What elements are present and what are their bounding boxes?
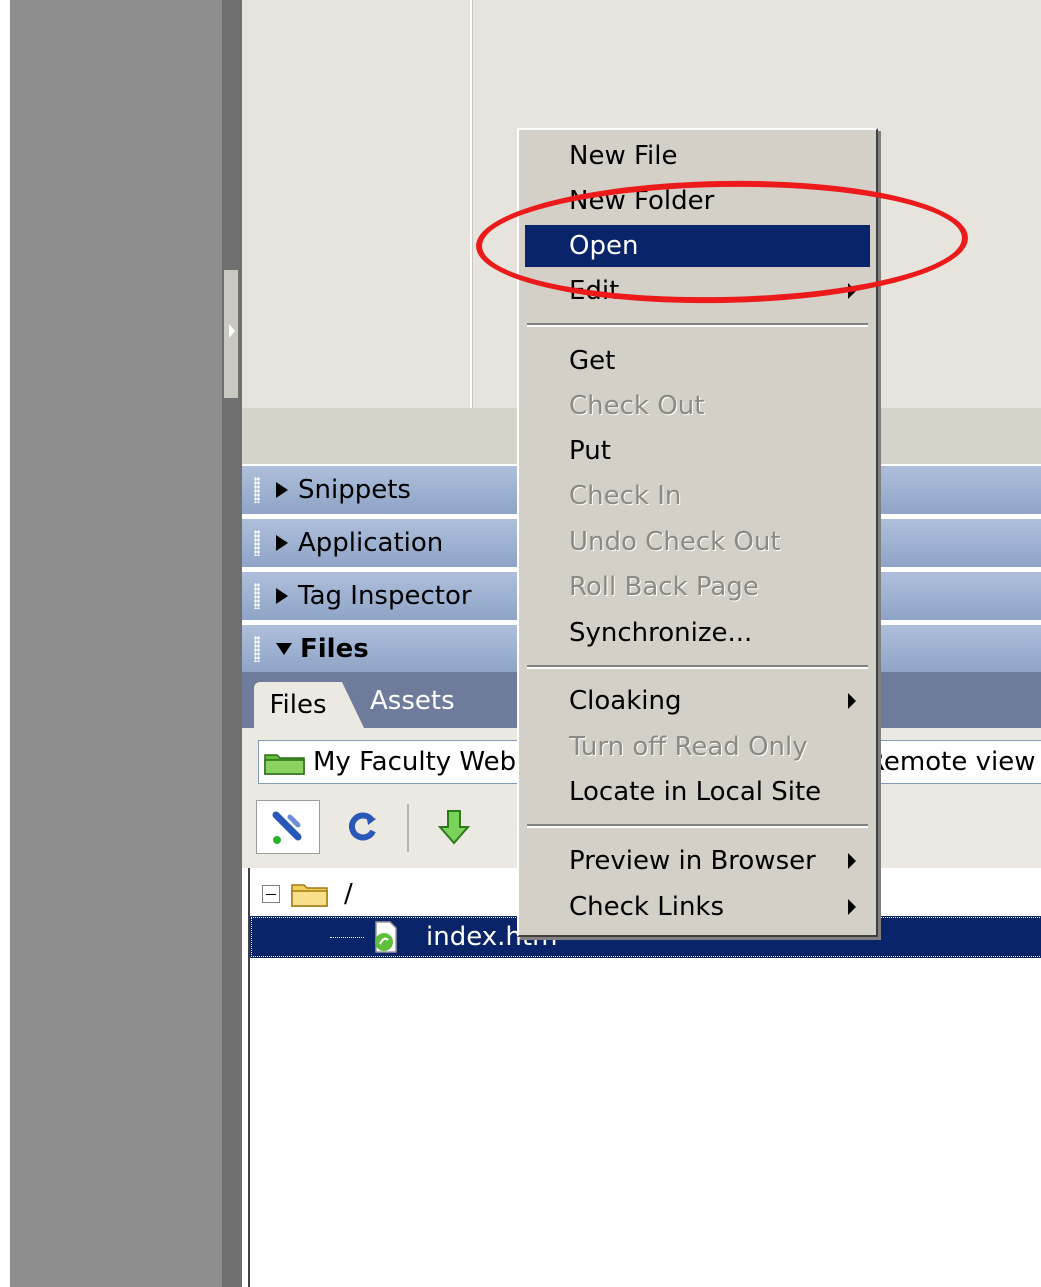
- get-button[interactable]: [422, 800, 486, 854]
- menu-item-undo-check-out: Undo Check Out: [525, 521, 870, 563]
- menu-item-new-folder[interactable]: New Folder: [525, 180, 870, 222]
- menu-separator: [527, 824, 868, 828]
- expand-arrow-icon: [276, 535, 288, 551]
- menu-item-new-file[interactable]: New File: [525, 135, 870, 177]
- expander-minus-icon[interactable]: [262, 885, 280, 903]
- submenu-arrow-icon: [848, 693, 856, 709]
- menu-item-roll-back-page: Roll Back Page: [525, 566, 870, 608]
- menu-item-label: Check Links: [569, 892, 725, 922]
- grip-icon[interactable]: [254, 477, 260, 503]
- expand-arrow-icon: [276, 588, 288, 604]
- menu-item-label: Roll Back Page: [569, 572, 759, 602]
- tree-root-node[interactable]: /: [262, 876, 353, 912]
- menu-item-label: Check Out: [569, 391, 705, 421]
- submenu-arrow-icon: [848, 899, 856, 915]
- menu-item-locate-in-local-site[interactable]: Locate in Local Site: [525, 771, 870, 813]
- refresh-icon: [348, 812, 376, 841]
- pane-divider-shadow: [472, 0, 473, 408]
- menu-item-cloaking[interactable]: Cloaking: [525, 680, 870, 722]
- menu-item-label: Get: [569, 346, 616, 376]
- menu-item-label: New File: [569, 141, 678, 171]
- site-select-value: My Faculty Web: [313, 747, 517, 777]
- menu-item-label: Edit: [569, 276, 620, 306]
- expand-arrow-icon: [276, 482, 288, 498]
- get-arrow-icon: [437, 810, 471, 845]
- left-gutter: [0, 0, 222, 1287]
- submenu-arrow-icon: [848, 853, 856, 869]
- panel-splitter[interactable]: [222, 0, 242, 1287]
- refresh-button[interactable]: [330, 800, 394, 854]
- menu-item-label: New Folder: [569, 186, 715, 216]
- tab-assets[interactable]: Assets: [370, 686, 455, 716]
- splitter-expand-arrow-icon[interactable]: [229, 324, 235, 338]
- menu-item-put[interactable]: Put: [525, 430, 870, 472]
- tab-files[interactable]: Files: [254, 682, 364, 728]
- menu-separator: [527, 323, 868, 327]
- folder-icon: [264, 754, 305, 775]
- panel-title: Snippets: [298, 475, 411, 505]
- menu-item-label: Preview in Browser: [569, 846, 816, 876]
- submenu-arrow-icon: [848, 283, 856, 299]
- menu-item-turn-off-read-only: Turn off Read Only: [525, 726, 870, 768]
- tree-connector: [330, 936, 364, 938]
- panel-title: Tag Inspector: [298, 581, 472, 611]
- grip-icon[interactable]: [254, 530, 260, 556]
- menu-item-label: Cloaking: [569, 686, 682, 716]
- menu-item-edit[interactable]: Edit: [525, 270, 870, 312]
- menu-item-label: Check In: [569, 481, 682, 511]
- grip-icon[interactable]: [254, 583, 260, 609]
- menu-item-label: Open: [569, 231, 639, 261]
- connect-icon: [272, 811, 302, 844]
- menu-item-open[interactable]: Open: [525, 225, 870, 267]
- menu-item-preview-in-browser[interactable]: Preview in Browser: [525, 840, 870, 882]
- menu-item-label: Turn off Read Only: [569, 732, 808, 762]
- file-htm-icon: [375, 921, 397, 953]
- menu-item-check-out: Check Out: [525, 385, 870, 427]
- grip-icon[interactable]: [254, 636, 260, 662]
- menu-item-label: Synchronize...: [569, 618, 753, 648]
- menu-item-check-links[interactable]: Check Links: [525, 886, 870, 928]
- connect-button[interactable]: [256, 800, 320, 854]
- tree-root-label: /: [344, 879, 353, 909]
- left-edge: [0, 0, 10, 1287]
- menu-item-label: Undo Check Out: [569, 527, 781, 557]
- menu-item-label: Locate in Local Site: [569, 777, 822, 807]
- menu-separator: [527, 665, 868, 669]
- menu-item-label: Put: [569, 436, 611, 466]
- menu-item-get[interactable]: Get: [525, 340, 870, 382]
- collapse-arrow-icon: [276, 643, 292, 655]
- context-menu: New File New Folder Open Edit Get Check …: [517, 128, 878, 937]
- panel-title: Files: [300, 634, 369, 664]
- panel-title: Application: [298, 528, 444, 558]
- toolbar-separator: [407, 804, 409, 852]
- view-select-value: Remote view: [867, 747, 1036, 777]
- menu-item-check-in: Check In: [525, 475, 870, 517]
- folder-icon: [291, 884, 328, 907]
- menu-item-synchronize[interactable]: Synchronize...: [525, 612, 870, 654]
